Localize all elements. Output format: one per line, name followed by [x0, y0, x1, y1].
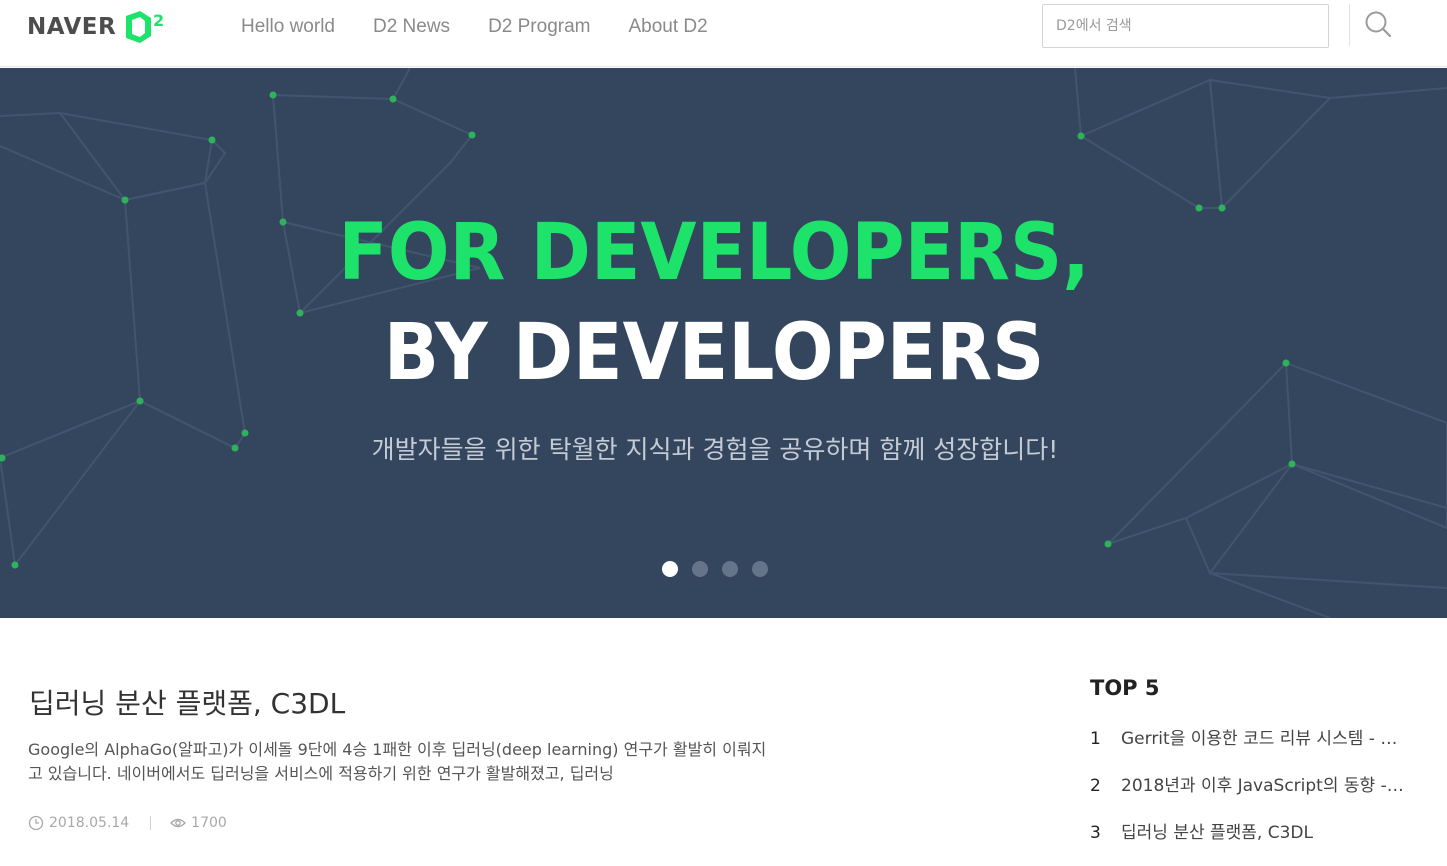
top5-link[interactable]: 딥러닝 분산 플랫폼, C3DL — [1121, 818, 1406, 843]
site-header: NAVER 2 Hello world D2 News D2 Program A… — [0, 0, 1447, 67]
header-divider — [1349, 4, 1350, 46]
top5-item[interactable]: 1 Gerrit을 이용한 코드 리뷰 시스템 - Gerrit 소개 — [1090, 724, 1410, 771]
nav-about-d2[interactable]: About D2 — [609, 14, 726, 40]
top5-rank: 1 — [1090, 729, 1101, 749]
logo-wordmark: NAVER — [27, 14, 117, 40]
nav-d2-news[interactable]: D2 News — [354, 14, 469, 40]
article-title[interactable]: 딥러닝 분산 플랫폼, C3DL — [29, 682, 345, 722]
search-icon — [1365, 11, 1392, 38]
d2-logo-mark-icon: 2 — [126, 11, 164, 43]
meta-divider — [150, 816, 152, 830]
hero-headline-line2: BY DEVELOPERS — [383, 308, 1045, 398]
eye-icon — [170, 818, 187, 828]
article-views: 1700 — [191, 815, 227, 831]
hero-subtitle: 개발자들을 위한 탁월한 지식과 경험을 공유하며 함께 성장합니다! — [371, 435, 1059, 464]
top5-rank: 2 — [1090, 776, 1101, 796]
hero-headline-line1: FOR DEVELOPERS, — [338, 208, 1090, 298]
main-nav: Hello world D2 News D2 Program About D2 — [222, 14, 727, 40]
carousel-pagination — [662, 561, 782, 577]
carousel-dot-4[interactable] — [752, 561, 768, 577]
naver-d2-logo[interactable]: NAVER 2 — [27, 10, 168, 44]
top5-rank: 3 — [1090, 823, 1101, 843]
search-input[interactable] — [1043, 5, 1328, 47]
search-box — [1042, 4, 1329, 48]
hero-banner: FOR DEVELOPERS, BY DEVELOPERS 개발자들을 위한 탁… — [0, 68, 1447, 618]
top5-link[interactable]: 2018년과 이후 JavaScript의 동향 - 라이브러리와 프레임워크 — [1121, 771, 1406, 796]
carousel-dot-1[interactable] — [662, 561, 678, 577]
top5-item[interactable]: 2 2018년과 이후 JavaScript의 동향 - 라이브러리와 프레임워… — [1090, 771, 1410, 818]
nav-d2-program[interactable]: D2 Program — [469, 14, 609, 40]
article-meta: 2018.05.14 1700 — [28, 815, 227, 831]
search-button[interactable] — [1362, 9, 1394, 41]
top5-link[interactable]: Gerrit을 이용한 코드 리뷰 시스템 - Gerrit 소개 — [1121, 724, 1406, 749]
top5-item[interactable]: 3 딥러닝 분산 플랫폼, C3DL — [1090, 818, 1410, 865]
carousel-dot-3[interactable] — [722, 561, 738, 577]
top5-heading: TOP 5 — [1090, 676, 1160, 700]
clock-icon — [28, 815, 44, 831]
top5-list: 1 Gerrit을 이용한 코드 리뷰 시스템 - Gerrit 소개 2 20… — [1090, 724, 1410, 865]
carousel-dot-2[interactable] — [692, 561, 708, 577]
article-date: 2018.05.14 — [49, 815, 130, 831]
nav-hello-world[interactable]: Hello world — [222, 14, 354, 40]
article-description: Google의 AlphaGo(알파고)가 이세돌 9단에 4승 1패한 이후 … — [28, 740, 767, 783]
svg-text:2: 2 — [153, 11, 164, 30]
